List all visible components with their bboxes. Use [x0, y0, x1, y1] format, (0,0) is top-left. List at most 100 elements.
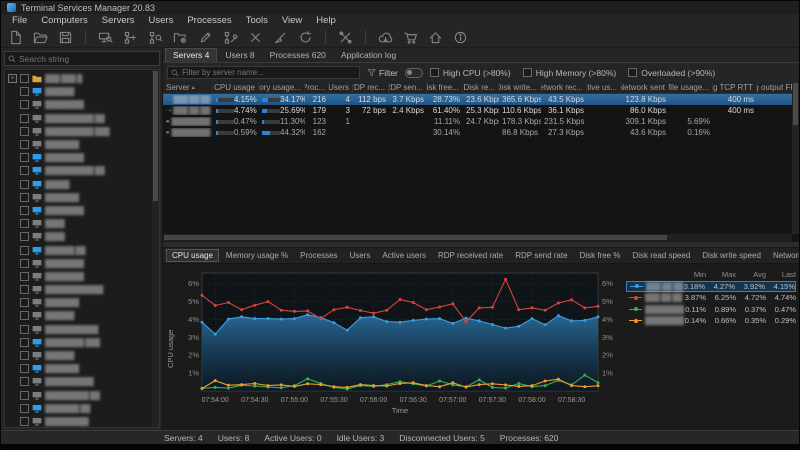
table-horizontal-scrollbar[interactable] [163, 234, 792, 241]
server-row[interactable]: ████████0.59%44.32%16230.14%86.8 Kbps27.… [163, 127, 799, 138]
tree-item[interactable]: ████████ [7, 257, 151, 270]
tree-item-checkbox[interactable] [20, 166, 29, 175]
tree-item-checkbox[interactable] [20, 298, 29, 307]
about-icon[interactable] [453, 30, 468, 45]
column-header-diskre[interactable]: Disk re... [463, 82, 499, 93]
tree-scrollbar[interactable] [152, 70, 159, 427]
tree-item-checkbox[interactable] [20, 351, 29, 360]
column-header-diskfree[interactable]: Disk free... [427, 82, 463, 93]
options-icon[interactable] [338, 30, 353, 45]
find-computer-icon[interactable] [98, 30, 113, 45]
tree-item[interactable]: ████████ [7, 98, 151, 111]
tree-item[interactable]: ███████████ [7, 323, 151, 336]
column-header-networkrec[interactable]: Network rec... [541, 82, 587, 93]
add-computer-icon[interactable] [123, 30, 138, 45]
server-row[interactable]: ███ ██ ██4.74%25.69%179372 bps2.4 Kbps61… [163, 105, 799, 116]
tree-item-checkbox[interactable] [20, 127, 29, 136]
tree-item-checkbox[interactable] [20, 180, 29, 189]
tree-item-checkbox[interactable] [20, 206, 29, 215]
tree-item-checkbox[interactable] [20, 259, 29, 268]
tree-item[interactable]: █████████ [7, 415, 151, 428]
filter-option[interactable]: High CPU (>80%) [430, 68, 511, 78]
filter-checkbox[interactable] [523, 68, 532, 77]
tab-servers-4[interactable]: Servers 4 [165, 48, 217, 62]
menu-tools[interactable]: Tools [239, 15, 275, 26]
chart-tab-active-users[interactable]: Active users [377, 250, 431, 261]
tree-item[interactable]: ████ [7, 217, 151, 230]
tree-root-item[interactable]: -███ ███ █ [7, 72, 151, 85]
chart-tab-cpu-usage[interactable]: CPU usage [166, 249, 219, 262]
column-header-avgtcprtt[interactable]: Avg TCP RTT [713, 82, 757, 93]
tree-item-checkbox[interactable] [20, 391, 29, 400]
chart-tab-rdp-received-rate[interactable]: RDP received rate [433, 250, 508, 261]
menu-servers[interactable]: Servers [95, 15, 142, 26]
column-header-diskwrite[interactable]: Disk write... [499, 82, 541, 93]
store-icon[interactable] [403, 30, 418, 45]
column-header-rdprec[interactable]: RDP rec... [353, 82, 389, 93]
filter-option[interactable]: Overloaded (>90%) [628, 68, 715, 78]
legend-row[interactable]: ████████0.11%0.89%0.37%0.47% [626, 304, 796, 316]
chart-tab-disk-free-[interactable]: Disk free % [575, 250, 626, 261]
chart-tab-rdp-send-rate[interactable]: RDP send rate [510, 250, 572, 261]
tree-item[interactable]: ██████ ██ [7, 243, 151, 256]
tree-item[interactable]: ██████████ ███ [7, 125, 151, 138]
tree-item[interactable]: ██████ [7, 85, 151, 98]
filter-option[interactable]: High Memory (>80%) [523, 68, 617, 78]
manage-services-icon[interactable] [173, 30, 188, 45]
table-vertical-scrollbar[interactable] [792, 82, 799, 234]
tree-item-checkbox[interactable] [20, 325, 29, 334]
column-header-proc[interactable]: Proc... [305, 82, 329, 93]
tree-item[interactable]: ████████ [7, 151, 151, 164]
tree-item-checkbox[interactable] [20, 219, 29, 228]
tree-item[interactable]: ███████ [7, 138, 151, 151]
tree-scrollbar-thumb[interactable] [153, 71, 158, 201]
sidebar-search-input[interactable] [19, 54, 156, 64]
legend-row[interactable]: ███ ██ ██3.18%4.27%3.92%4.15% [626, 281, 796, 293]
column-header-pagefileusage[interactable]: Pagefile usage... [669, 82, 713, 93]
chart-tab-memory-usage-[interactable]: Memory usage % [221, 250, 293, 261]
tab-processes-620[interactable]: Processes 620 [263, 49, 333, 62]
column-header-server[interactable]: Server▴ [163, 82, 213, 93]
expander-icon[interactable]: - [8, 74, 17, 83]
menu-computers[interactable]: Computers [34, 15, 94, 26]
server-filter-input[interactable] [182, 68, 356, 77]
chart-tab-processes[interactable]: Processes [295, 250, 342, 261]
tree-item-checkbox[interactable] [20, 232, 29, 241]
tree-item[interactable]: █████ [7, 178, 151, 191]
server-row[interactable]: ████████0.47%11.30%123111.11%24.7 Kbps17… [163, 116, 799, 127]
column-header-users[interactable]: Users [329, 82, 353, 93]
legend-row[interactable]: ████████0.14%0.66%0.35%0.29% [626, 315, 796, 327]
column-header-rdpsen[interactable]: RDP sen... [389, 82, 427, 93]
tree-item[interactable]: ██████████ ██ [7, 164, 151, 177]
edit-icon[interactable] [198, 30, 213, 45]
save-icon[interactable] [58, 30, 73, 45]
chart-tab-users[interactable]: Users [345, 250, 376, 261]
tree-item-checkbox[interactable] [20, 285, 29, 294]
tree-item-checkbox[interactable] [20, 246, 29, 255]
update-icon[interactable] [378, 30, 393, 45]
server-row[interactable]: ███ ██ ██4.15%34.17%2164112 bps3.7 Kbps2… [163, 94, 799, 105]
tree-item[interactable]: ██████ [7, 349, 151, 362]
tree-item[interactable]: ████████ [7, 204, 151, 217]
menu-users[interactable]: Users [142, 15, 181, 26]
tree-item-checkbox[interactable] [20, 140, 29, 149]
tree-item[interactable]: ████ [7, 230, 151, 243]
panel-splitter[interactable] [163, 241, 799, 248]
tree-item-checkbox[interactable] [20, 193, 29, 202]
tree-item-checkbox[interactable] [20, 364, 29, 373]
refresh-icon[interactable] [298, 30, 313, 45]
tree-root-checkbox[interactable] [20, 74, 29, 83]
menu-help[interactable]: Help [309, 15, 343, 26]
home-icon[interactable] [428, 30, 443, 45]
column-header-activeus[interactable]: Active us... [587, 82, 621, 93]
legend-row[interactable]: ███ ██ ██3.87%6.25%4.72%4.74% [626, 292, 796, 304]
tree-item[interactable]: ████████ ███ [7, 336, 151, 349]
tree-item-checkbox[interactable] [20, 153, 29, 162]
column-header-cpuusage[interactable]: CPU usage [213, 82, 259, 93]
tree-item-checkbox[interactable] [20, 272, 29, 281]
filter-checkbox[interactable] [628, 68, 637, 77]
tree-item[interactable]: ██████████ [7, 375, 151, 388]
menu-processes[interactable]: Processes [180, 15, 238, 26]
new-document-icon[interactable] [8, 30, 23, 45]
tree-item[interactable]: ███████ [7, 296, 151, 309]
